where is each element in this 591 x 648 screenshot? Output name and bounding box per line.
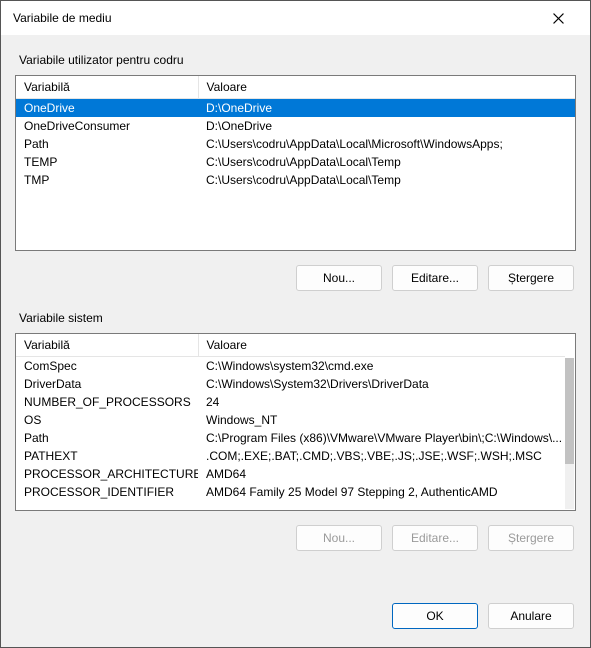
table-row[interactable]: OneDriveD:\OneDrive [16,99,575,118]
ok-button[interactable]: OK [392,603,478,629]
user-new-button[interactable]: Nou... [296,265,382,291]
system-delete-button: Ștergere [488,525,574,551]
cell-value: C:\Users\codru\AppData\Local\Temp [198,171,575,189]
scrollbar-thumb[interactable] [565,358,574,464]
table-header-row: Variabilă Valoare [16,334,565,357]
cell-variable: PROCESSOR_IDENTIFIER [16,483,198,501]
close-button[interactable] [538,3,578,33]
user-vars-label: Variabile utilizator pentru codru [19,53,576,67]
system-scrollbar[interactable] [565,358,574,509]
cell-variable: TEMP [16,153,198,171]
cell-variable: PROCESSOR_ARCHITECTURE [16,465,198,483]
user-buttons: Nou... Editare... Ștergere [15,255,576,293]
user-vars-listbox[interactable]: Variabilă Valoare OneDriveD:\OneDriveOne… [15,75,576,251]
col-header-value[interactable]: Valoare [198,334,565,357]
table-row[interactable]: OneDriveConsumerD:\OneDrive [16,117,575,135]
cell-value: C:\Users\codru\AppData\Local\Temp [198,153,575,171]
cell-value: D:\OneDrive [198,117,575,135]
titlebar: Variabile de mediu [1,1,590,35]
cell-variable: ComSpec [16,357,198,376]
environment-variables-dialog: Variabile de mediu Variabile utilizator … [0,0,591,648]
system-vars-listbox[interactable]: Variabilă Valoare ComSpecC:\Windows\syst… [15,333,576,511]
cell-variable: TMP [16,171,198,189]
system-vars-label: Variabile sistem [19,311,576,325]
table-row[interactable]: PathC:\Program Files (x86)\VMware\VMware… [16,429,565,447]
cell-value: AMD64 [198,465,565,483]
system-vars-table: Variabilă Valoare ComSpecC:\Windows\syst… [16,334,565,501]
table-row[interactable]: PROCESSOR_IDENTIFIERAMD64 Family 25 Mode… [16,483,565,501]
cell-value: Windows_NT [198,411,565,429]
table-row[interactable]: PROCESSOR_ARCHITECTUREAMD64 [16,465,565,483]
cell-value: 24 [198,393,565,411]
col-header-value[interactable]: Valoare [198,76,575,99]
cell-variable: NUMBER_OF_PROCESSORS [16,393,198,411]
table-row[interactable]: NUMBER_OF_PROCESSORS24 [16,393,565,411]
col-header-variable[interactable]: Variabilă [16,76,198,99]
cell-variable: OneDrive [16,99,198,118]
cell-value: AMD64 Family 25 Model 97 Stepping 2, Aut… [198,483,565,501]
cell-variable: OS [16,411,198,429]
close-icon [553,13,564,24]
system-edit-button: Editare... [392,525,478,551]
table-header-row: Variabilă Valoare [16,76,575,99]
cell-value: .COM;.EXE;.BAT;.CMD;.VBS;.VBE;.JS;.JSE;.… [198,447,565,465]
user-vars-table: Variabilă Valoare OneDriveD:\OneDriveOne… [16,76,575,189]
table-row[interactable]: TMPC:\Users\codru\AppData\Local\Temp [16,171,575,189]
user-edit-button[interactable]: Editare... [392,265,478,291]
cell-variable: PATHEXT [16,447,198,465]
cell-value: C:\Windows\System32\Drivers\DriverData [198,375,565,393]
table-row[interactable]: OSWindows_NT [16,411,565,429]
system-buttons: Nou... Editare... Ștergere [15,515,576,553]
user-delete-button[interactable]: Ștergere [488,265,574,291]
cell-value: C:\Users\codru\AppData\Local\Microsoft\W… [198,135,575,153]
cancel-button[interactable]: Anulare [488,603,574,629]
cell-value: C:\Program Files (x86)\VMware\VMware Pla… [198,429,565,447]
cell-variable: Path [16,429,198,447]
table-row[interactable]: PATHEXT.COM;.EXE;.BAT;.CMD;.VBS;.VBE;.JS… [16,447,565,465]
table-row[interactable]: ComSpecC:\Windows\system32\cmd.exe [16,357,565,376]
dialog-content: Variabile utilizator pentru codru Variab… [1,35,590,647]
table-row[interactable]: TEMPC:\Users\codru\AppData\Local\Temp [16,153,575,171]
cell-value: D:\OneDrive [198,99,575,118]
system-new-button: Nou... [296,525,382,551]
col-header-variable[interactable]: Variabilă [16,334,198,357]
dialog-footer: OK Anulare [15,587,576,633]
window-title: Variabile de mediu [13,11,112,25]
cell-variable: Path [16,135,198,153]
table-row[interactable]: DriverDataC:\Windows\System32\Drivers\Dr… [16,375,565,393]
cell-variable: OneDriveConsumer [16,117,198,135]
table-row[interactable]: PathC:\Users\codru\AppData\Local\Microso… [16,135,575,153]
cell-value: C:\Windows\system32\cmd.exe [198,357,565,376]
cell-variable: DriverData [16,375,198,393]
